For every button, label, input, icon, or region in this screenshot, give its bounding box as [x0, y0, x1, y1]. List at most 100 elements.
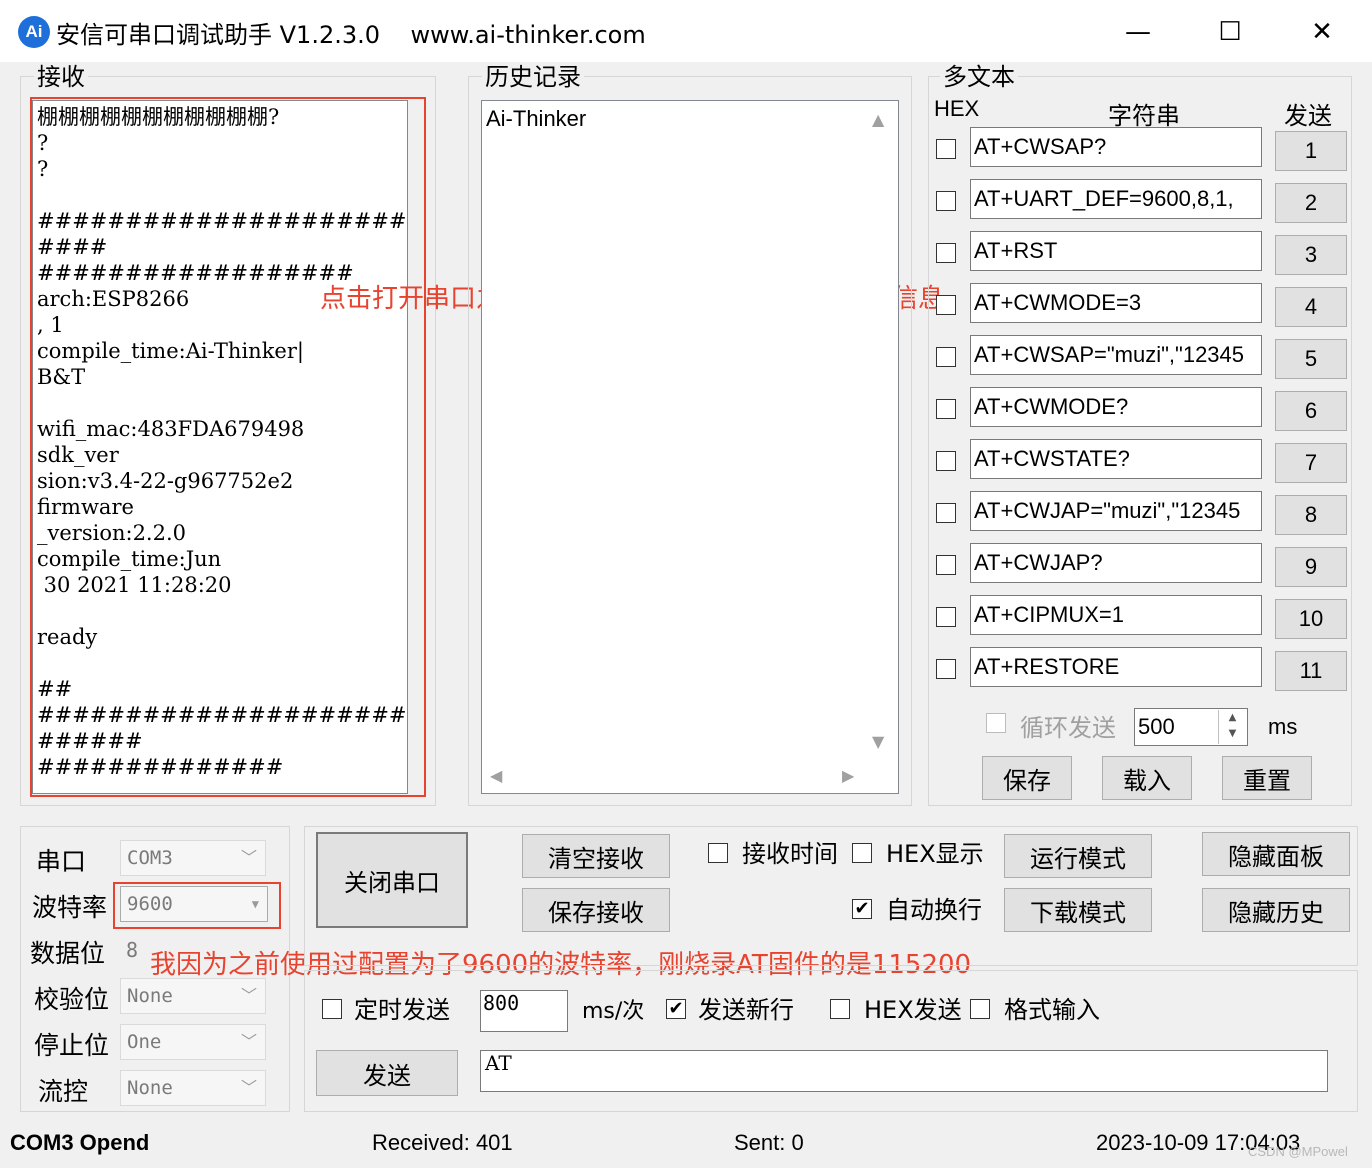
send-button-9[interactable]: 9	[1275, 547, 1347, 587]
scroll-down-icon[interactable]: ▼	[872, 732, 884, 751]
hex-send-label: HEX发送	[864, 996, 962, 1024]
multi-text-input[interactable]: AT+CWJAP="muzi","12345	[970, 491, 1262, 531]
data-bits-label: 数据位	[30, 939, 106, 968]
multi-text-input[interactable]: AT+CWMODE?	[970, 387, 1262, 427]
hex-checkbox[interactable]	[936, 503, 956, 523]
auto-wrap-checkbox[interactable]: ✔	[852, 899, 872, 919]
window-title: 安信可串口调试助手 V1.2.3.0 www.ai-thinker.com	[56, 21, 646, 49]
hex-checkbox[interactable]	[936, 451, 956, 471]
watermark: CSDN @MPowel	[1248, 1144, 1348, 1159]
send-button-3[interactable]: 3	[1275, 235, 1347, 275]
chevron-down-icon: ﹀	[240, 1032, 257, 1051]
parity-select[interactable]: None ﹀	[120, 978, 266, 1014]
status-sent: Sent: 0	[734, 1130, 804, 1155]
download-mode-button[interactable]: 下载模式	[1004, 888, 1152, 932]
chevron-down-icon: ﹀	[240, 986, 257, 1005]
send-button-5[interactable]: 5	[1275, 339, 1347, 379]
send-button-1[interactable]: 1	[1275, 131, 1347, 171]
send-button-10[interactable]: 10	[1275, 599, 1347, 639]
spinner-arrows-icon[interactable]: ▲ ▼	[1218, 710, 1246, 744]
minimize-button[interactable]: —	[1108, 12, 1168, 52]
check-icon: ✔	[668, 998, 684, 1019]
port-label: 串口	[36, 847, 87, 876]
hex-checkbox[interactable]	[936, 139, 956, 159]
timed-send-checkbox[interactable]	[322, 999, 342, 1019]
scroll-up-icon[interactable]: ▲	[872, 110, 884, 129]
close-button[interactable]: ✕	[1292, 12, 1352, 52]
multi-text-input[interactable]: AT+CWSTATE?	[970, 439, 1262, 479]
scroll-left-icon[interactable]: ◀	[490, 766, 502, 785]
receive-time-checkbox[interactable]	[708, 843, 728, 863]
flow-control-label: 流控	[38, 1077, 89, 1106]
send-button-8[interactable]: 8	[1275, 495, 1347, 535]
send-text-input[interactable]: AT	[480, 1050, 1328, 1092]
multi-text-input[interactable]: AT+CWSAP="muzi","12345	[970, 335, 1262, 375]
hex-send-checkbox[interactable]	[830, 999, 850, 1019]
status-received: Received: 401	[372, 1130, 513, 1155]
baud-label: 波特率	[32, 893, 108, 922]
hex-checkbox[interactable]	[936, 399, 956, 419]
hex-checkbox[interactable]	[936, 243, 956, 263]
chevron-down-icon: ﹀	[240, 1078, 257, 1097]
stop-bits-select[interactable]: One ﹀	[120, 1024, 266, 1060]
hex-checkbox[interactable]	[936, 659, 956, 679]
col-string-header: 字符串	[1108, 102, 1180, 130]
multi-text-label: 多文本	[940, 64, 1018, 90]
send-button-2[interactable]: 2	[1275, 183, 1347, 223]
scroll-right-icon[interactable]: ▶	[842, 766, 854, 785]
timed-unit-label: ms/次	[582, 999, 645, 1024]
history-list[interactable]	[481, 100, 899, 794]
send-button-7[interactable]: 7	[1275, 443, 1347, 483]
loop-unit-label: ms	[1268, 714, 1298, 739]
hex-checkbox[interactable]	[936, 555, 956, 575]
reset-button[interactable]: 重置	[1222, 756, 1312, 800]
format-input-checkbox[interactable]	[970, 999, 990, 1019]
maximize-button[interactable]: ☐	[1200, 12, 1260, 52]
hex-checkbox[interactable]	[936, 607, 956, 627]
timed-send-label: 定时发送	[354, 996, 450, 1024]
hex-display-label: HEX显示	[886, 840, 984, 868]
data-bits-value[interactable]: 8	[126, 938, 138, 962]
hide-history-button[interactable]: 隐藏历史	[1202, 888, 1350, 932]
loop-send-label: 循环发送	[1020, 714, 1116, 742]
save-button[interactable]: 保存	[982, 756, 1072, 800]
hex-checkbox[interactable]	[936, 191, 956, 211]
receive-time-label: 接收时间	[742, 840, 838, 868]
history-item[interactable]: Ai-Thinker	[486, 106, 586, 132]
multi-text-input[interactable]: AT+CWJAP?	[970, 543, 1262, 583]
stop-bits-label: 停止位	[34, 1031, 110, 1060]
timed-interval-input[interactable]: 800	[480, 990, 568, 1032]
multi-text-input[interactable]: AT+CWMODE=3	[970, 283, 1262, 323]
hex-display-checkbox[interactable]	[852, 843, 872, 863]
save-receive-button[interactable]: 保存接收	[522, 888, 670, 932]
send-button-11[interactable]: 11	[1275, 651, 1347, 691]
port-select[interactable]: COM3 ﹀	[120, 840, 266, 876]
col-hex-header: HEX	[934, 96, 980, 121]
send-button-6[interactable]: 6	[1275, 391, 1347, 431]
hex-checkbox[interactable]	[936, 347, 956, 367]
stop-bits-value: One	[127, 1031, 162, 1053]
hex-checkbox[interactable]	[936, 295, 956, 315]
parity-label: 校验位	[34, 985, 110, 1014]
col-send-header: 发送	[1284, 102, 1332, 130]
hide-panel-button[interactable]: 隐藏面板	[1202, 832, 1350, 876]
multi-text-input[interactable]: AT+CIPMUX=1	[970, 595, 1262, 635]
multi-text-input[interactable]: AT+RST	[970, 231, 1262, 271]
run-mode-button[interactable]: 运行模式	[1004, 834, 1152, 878]
status-port: COM3 Opend	[10, 1130, 150, 1155]
loop-send-checkbox[interactable]	[986, 713, 1006, 733]
close-port-button[interactable]: 关闭串口	[316, 832, 468, 928]
load-button[interactable]: 载入	[1102, 756, 1192, 800]
annotation-box-receive	[30, 97, 426, 797]
multi-text-input[interactable]: AT+RESTORE	[970, 647, 1262, 687]
multi-text-input[interactable]: AT+CWSAP?	[970, 127, 1262, 167]
flow-control-select[interactable]: None ﹀	[120, 1070, 266, 1106]
parity-value: None	[127, 985, 173, 1007]
send-button[interactable]: 发送	[316, 1050, 458, 1096]
check-icon: ✔	[854, 898, 870, 919]
multi-text-input[interactable]: AT+UART_DEF=9600,8,1,	[970, 179, 1262, 219]
port-value: COM3	[127, 847, 173, 869]
clear-receive-button[interactable]: 清空接收	[522, 834, 670, 878]
send-button-4[interactable]: 4	[1275, 287, 1347, 327]
send-newline-checkbox[interactable]: ✔	[666, 999, 686, 1019]
